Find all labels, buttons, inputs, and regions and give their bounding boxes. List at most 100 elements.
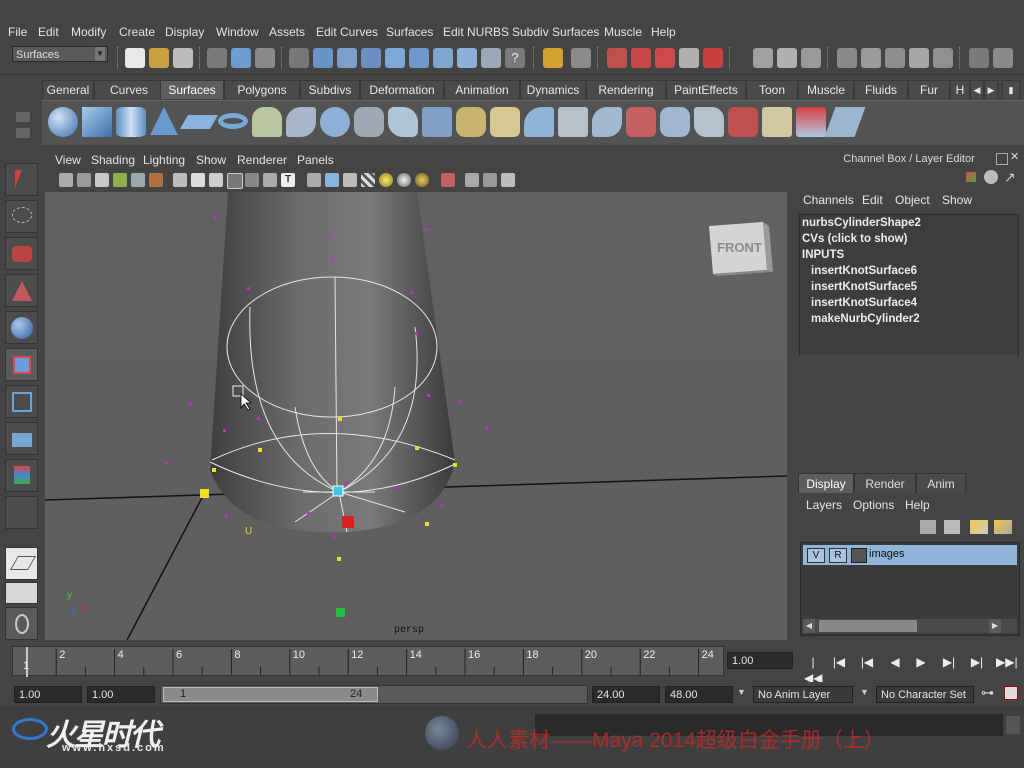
outliner-layout-icon[interactable]: [5, 607, 38, 640]
cv-marker-green[interactable]: [336, 608, 345, 617]
hypershade-icon[interactable]: [933, 48, 953, 68]
input-node[interactable]: insertKnotSurface6: [811, 265, 917, 277]
tab-animation[interactable]: Animation: [444, 80, 520, 99]
step-forward-frame-icon[interactable]: ▶|: [968, 654, 986, 670]
cvs-toggle[interactable]: CVs (click to show): [802, 233, 907, 245]
viewport-menu-view[interactable]: View: [55, 153, 81, 167]
snap-point-icon[interactable]: [655, 48, 675, 68]
select-rendering-icon[interactable]: [457, 48, 477, 68]
move-tool-icon[interactable]: [5, 311, 38, 344]
new-scene-icon[interactable]: [125, 48, 145, 68]
safe-action-icon[interactable]: [263, 173, 277, 187]
field-chart-icon[interactable]: [245, 173, 259, 187]
tab-polygons[interactable]: Polygons: [224, 80, 300, 99]
tab-curves[interactable]: Curves: [94, 80, 164, 99]
go-to-start-icon[interactable]: |◀◀: [804, 654, 822, 685]
menu-assets[interactable]: Assets: [269, 25, 305, 39]
lasso-tool-icon[interactable]: [5, 200, 38, 233]
menu-window[interactable]: Window: [216, 25, 259, 39]
menu-muscle[interactable]: Muscle: [604, 25, 642, 39]
float-panel-icon[interactable]: [996, 153, 1008, 165]
range-slider-handle[interactable]: 1 24: [163, 687, 378, 702]
layer-tab-render[interactable]: Render: [854, 473, 916, 493]
boundary-icon[interactable]: [422, 107, 452, 137]
layer-visibility-toggle[interactable]: V: [807, 548, 825, 563]
ipr-render-icon[interactable]: [885, 48, 905, 68]
menu-subdiv-surfaces[interactable]: Subdiv Surfaces: [512, 25, 599, 39]
xray-components-icon[interactable]: [501, 173, 515, 187]
shadows-icon[interactable]: [397, 173, 411, 187]
paint-select-tool-icon[interactable]: [5, 237, 38, 270]
step-forward-key-icon[interactable]: ▶|: [940, 654, 958, 670]
planar-icon[interactable]: [320, 107, 350, 137]
menu-display[interactable]: Display: [165, 25, 204, 39]
viewport-menu-panels[interactable]: Panels: [297, 153, 334, 167]
tab-surfaces[interactable]: Surfaces: [160, 80, 224, 99]
viewport-menu-renderer[interactable]: Renderer: [237, 153, 287, 167]
nurbs-cylinder-icon[interactable]: [116, 107, 146, 137]
show-manipulator-icon[interactable]: [5, 274, 38, 307]
camera-locked-icon[interactable]: [149, 173, 163, 187]
shelf-tab-menu-icon[interactable]: [16, 128, 30, 138]
tab-rendering[interactable]: Rendering: [586, 80, 666, 99]
bookmarks-icon[interactable]: [77, 173, 91, 187]
input-node[interactable]: insertKnotSurface5: [811, 281, 917, 293]
shelf-trash-icon[interactable]: ▮: [1002, 80, 1020, 99]
input-node[interactable]: makeNurbCylinder2: [811, 313, 920, 325]
channel-menu-object[interactable]: Object: [895, 193, 930, 207]
layer-tab-display[interactable]: Display: [798, 473, 854, 493]
isolate-select-icon[interactable]: [441, 173, 455, 187]
channel-box-icon[interactable]: [993, 48, 1013, 68]
select-hierarchy-icon[interactable]: [207, 48, 227, 68]
menu-create[interactable]: Create: [119, 25, 155, 39]
menu-edit-nurbs[interactable]: Edit NURBS: [443, 25, 509, 39]
nurbs-cube-icon[interactable]: [82, 107, 112, 137]
channel-menu-show[interactable]: Show: [942, 193, 972, 207]
grid-icon[interactable]: [173, 173, 187, 187]
close-icon[interactable]: ✕: [1010, 151, 1022, 163]
render-settings-icon[interactable]: [909, 48, 929, 68]
snap-curve-icon[interactable]: [631, 48, 651, 68]
tab-muscle[interactable]: Muscle: [798, 80, 854, 99]
shelf-scroll-right-icon[interactable]: ▶: [984, 80, 998, 99]
image-plane-icon[interactable]: [95, 173, 109, 187]
soft-modification-tool-icon[interactable]: [5, 422, 38, 455]
viewport-menu-show[interactable]: Show: [196, 153, 226, 167]
first-cv-marker[interactable]: [200, 489, 209, 498]
select-curves-icon[interactable]: [361, 48, 381, 68]
revolve-icon[interactable]: [252, 107, 282, 137]
menu-edit[interactable]: Edit: [38, 25, 59, 39]
time-slider[interactable]: 2 4 6 8 10 12 14 16 18 20 22 24 1: [12, 646, 724, 677]
untrim-icon[interactable]: [626, 107, 656, 137]
tab-toon[interactable]: Toon: [746, 80, 798, 99]
use-all-lights-icon[interactable]: [379, 173, 393, 187]
channel-box-layer-toggle-icon[interactable]: [984, 170, 998, 184]
character-set-dropdown[interactable]: No Character Set: [876, 686, 974, 703]
grease-pencil-icon[interactable]: [131, 173, 145, 187]
layer-menu-help[interactable]: Help: [905, 498, 930, 512]
last-tool-used-icon[interactable]: [5, 496, 38, 529]
snap-grid-icon[interactable]: [607, 48, 627, 68]
nurbs-cone-icon[interactable]: [150, 107, 178, 135]
xray-icon[interactable]: [465, 173, 479, 187]
range-slider[interactable]: 1 24: [160, 685, 588, 704]
layer-horizontal-scrollbar[interactable]: ◀ ▶: [803, 619, 1017, 633]
layer-row[interactable]: V R images: [803, 545, 1017, 565]
sculpt-surface-icon[interactable]: [796, 107, 826, 137]
wireframe-on-shaded-icon[interactable]: [343, 173, 357, 187]
tab-hair-truncated[interactable]: H: [950, 80, 970, 99]
tab-subdivs[interactable]: Subdivs: [300, 80, 360, 99]
view-cube[interactable]: FRONT: [709, 222, 773, 276]
tab-fur[interactable]: Fur: [908, 80, 950, 99]
shelf-menu-icon[interactable]: [16, 112, 30, 122]
shelf-scroll-left-icon[interactable]: ◀: [970, 80, 984, 99]
scroll-right-icon[interactable]: ▶: [989, 619, 1001, 633]
layer-tab-anim[interactable]: Anim: [916, 473, 966, 493]
channel-box-attr-icon[interactable]: [966, 172, 976, 182]
play-backwards-icon[interactable]: ◀: [886, 654, 904, 670]
scene-canvas[interactable]: U FRONT y z x persp: [45, 192, 787, 640]
playback-end-field[interactable]: 24.00: [592, 686, 660, 703]
tab-painteffects[interactable]: PaintEffects: [666, 80, 746, 99]
tab-fluids[interactable]: Fluids: [854, 80, 908, 99]
select-surfaces-icon[interactable]: [385, 48, 405, 68]
